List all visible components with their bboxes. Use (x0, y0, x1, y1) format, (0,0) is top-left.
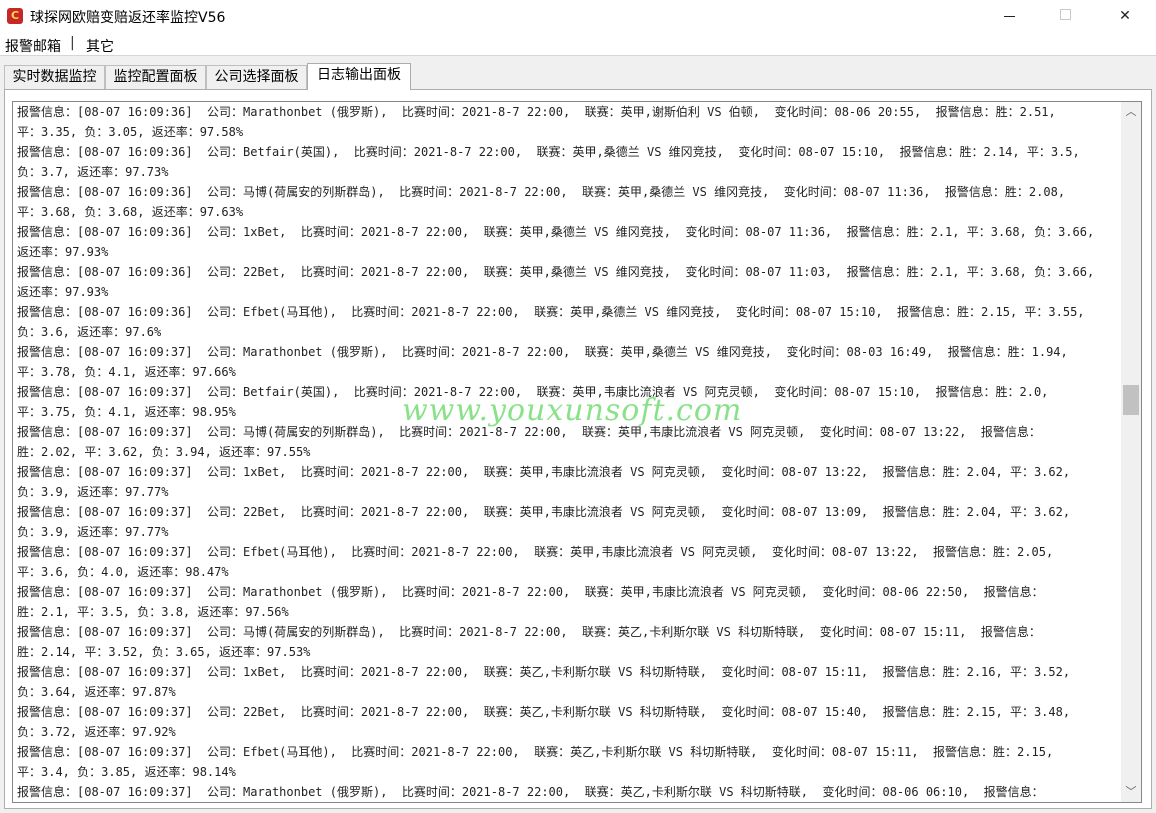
scroll-up-arrow-icon[interactable]: ︿ (1121, 102, 1141, 122)
tab-log-output[interactable]: 日志输出面板 (307, 63, 411, 90)
log-line: 负：3.6, 返还率：97.6% (17, 325, 162, 339)
log-line: 平：3.35, 负：3.05, 返还率：97.58% (17, 125, 244, 139)
tab-realtime-monitor[interactable]: 实时数据监控 (4, 65, 105, 89)
maximize-button[interactable] (1042, 0, 1088, 32)
log-line: 报警信息：[08-07 16:09:37] 公司：22Bet, 比赛时间：202… (17, 705, 1071, 719)
log-line: 平：3.6, 负：4.0, 返还率：98.47% (17, 565, 229, 579)
log-lines: 报警信息：[08-07 16:09:36] 公司：Marathonbet (俄罗… (17, 102, 1121, 802)
log-line: 胜：2.1, 平：3.5, 负：3.8, 返还率：97.56% (17, 605, 289, 619)
log-line: 报警信息：[08-07 16:09:36] 公司：Betfair(英国), 比赛… (17, 145, 1080, 159)
log-line: 报警信息：[08-07 16:09:37] 公司：Efbet(马耳他), 比赛时… (17, 745, 1054, 759)
log-output-textbox[interactable]: 报警信息：[08-07 16:09:36] 公司：Marathonbet (俄罗… (12, 101, 1142, 803)
menu-other[interactable]: 其它 (86, 36, 114, 56)
log-line: 报警信息：[08-07 16:09:36] 公司：马博(荷属安的列斯群岛), 比… (17, 185, 1066, 199)
log-line: 报警信息：[08-07 16:09:36] 公司：22Bet, 比赛时间：202… (17, 265, 1095, 279)
log-line: 平：3.4, 负：3.85, 返还率：98.14% (17, 765, 236, 779)
menu-alarm-email[interactable]: 报警邮箱 (5, 36, 61, 56)
app-logo-icon: C (7, 8, 23, 24)
log-line: 平：3.78, 负：4.1, 返还率：97.66% (17, 365, 236, 379)
log-line: 报警信息：[08-07 16:09:37] 公司：Marathonbet (俄罗… (17, 345, 1068, 359)
scroll-thumb[interactable] (1123, 385, 1139, 415)
log-line: 报警信息：[08-07 16:09:37] 公司：Marathonbet (俄罗… (17, 585, 1044, 599)
maximize-icon (1059, 9, 1071, 20)
vertical-scrollbar[interactable]: ︿ ﹀ (1121, 102, 1141, 802)
tab-company-select[interactable]: 公司选择面板 (206, 65, 307, 89)
window-title: 球探网欧赔变赔返还率监控V56 (30, 10, 226, 26)
log-line: 报警信息：[08-07 16:09:37] 公司：Marathonbet (俄罗… (17, 785, 1044, 799)
log-line: 报警信息：[08-07 16:09:37] 公司：马博(荷属安的列斯群岛), 比… (17, 625, 1041, 639)
minimize-icon (1003, 15, 1015, 17)
log-line: 返还率：97.93% (17, 245, 109, 259)
log-line: 负：3.9, 返还率：97.77% (17, 485, 169, 499)
log-line: 负：3.72, 返还率：97.92% (17, 725, 176, 739)
title-bar: C 球探网欧赔变赔返还率监控V56 ✕ (0, 0, 1156, 32)
menu-separator: | (70, 35, 75, 51)
close-button[interactable]: ✕ (1102, 0, 1148, 32)
log-line: 胜：2.02, 平：3.62, 负：3.94, 返还率：97.55% (17, 445, 311, 459)
log-line: 胜：2.14, 平：3.52, 负：3.65, 返还率：97.53% (17, 645, 311, 659)
log-line: 报警信息：[08-07 16:09:36] 公司：Marathonbet (俄罗… (17, 105, 1056, 119)
log-line: 负：3.9, 返还率：97.77% (17, 525, 169, 539)
log-line: 报警信息：[08-07 16:09:37] 公司：1xBet, 比赛时间：202… (17, 665, 1071, 679)
log-line: 报警信息：[08-07 16:09:37] 公司：Efbet(马耳他), 比赛时… (17, 545, 1054, 559)
log-line: 平：3.75, 负：4.1, 返还率：98.95% (17, 405, 236, 419)
log-line: 报警信息：[08-07 16:09:37] 公司：马博(荷属安的列斯群岛), 比… (17, 425, 1041, 439)
tab-monitor-config[interactable]: 监控配置面板 (105, 65, 206, 89)
log-line: 报警信息：[08-07 16:09:37] 公司：1xBet, 比赛时间：202… (17, 465, 1071, 479)
log-line: 返还率：97.93% (17, 285, 109, 299)
log-line: 报警信息：[08-07 16:09:37] 公司：22Bet, 比赛时间：202… (17, 505, 1071, 519)
menu-bar: 报警邮箱 | 其它 (0, 32, 1156, 56)
log-line: 负：3.7, 返还率：97.73% (17, 165, 169, 179)
minimize-button[interactable] (986, 0, 1032, 32)
log-line: 负：3.64, 返还率：97.87% (17, 685, 176, 699)
log-line: 报警信息：[08-07 16:09:37] 公司：Betfair(英国), 比赛… (17, 385, 1049, 399)
close-icon: ✕ (1119, 8, 1131, 24)
log-line: 报警信息：[08-07 16:09:36] 公司：1xBet, 比赛时间：202… (17, 225, 1095, 239)
log-line: 报警信息：[08-07 16:09:36] 公司：Efbet(马耳他), 比赛时… (17, 305, 1085, 319)
log-line: 平：3.68, 负：3.68, 返还率：97.63% (17, 205, 244, 219)
scroll-down-arrow-icon[interactable]: ﹀ (1121, 782, 1141, 802)
